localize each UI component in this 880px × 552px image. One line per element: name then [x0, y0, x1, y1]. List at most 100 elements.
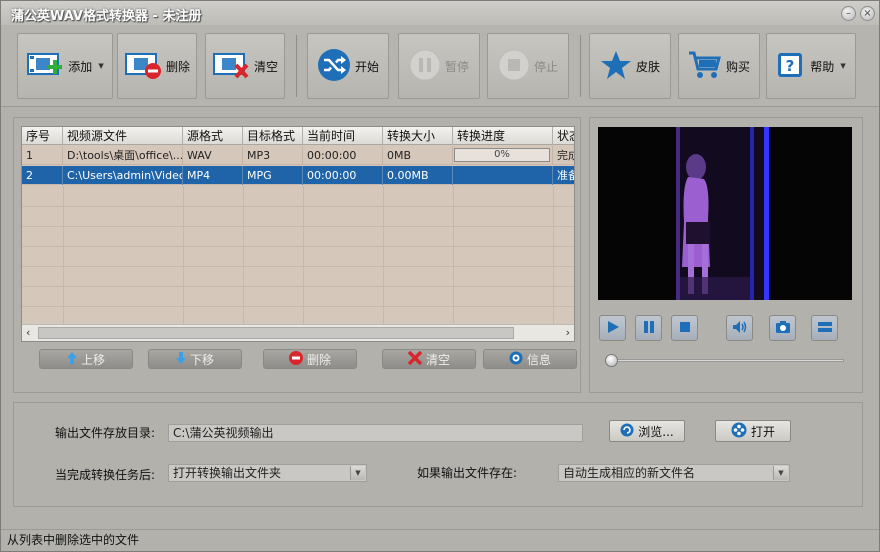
column-header-state[interactable]: 状态	[553, 127, 574, 145]
table-header: 序号 视频源文件 源格式 目标格式 当前时间 转换大小 转换进度 状态	[22, 127, 574, 145]
grid-line	[183, 186, 184, 324]
clear-video-icon	[212, 49, 250, 84]
cell-state: 准备	[557, 169, 574, 182]
info-label: 信息	[526, 352, 551, 367]
output-dir-label: 输出文件存放目录:	[55, 426, 156, 440]
grid-line	[22, 286, 574, 287]
info-button[interactable]: 信息	[483, 349, 577, 369]
list-clear-button[interactable]: 清空	[382, 349, 476, 369]
column-header-dst-format[interactable]: 目标格式	[243, 127, 303, 145]
grid-line	[22, 206, 574, 207]
cell-size: 0.00MB	[383, 166, 453, 185]
column-header-src-format[interactable]: 源格式	[183, 127, 243, 145]
grid-line	[303, 186, 304, 324]
cell-source: D:\tools\桌面\office\...	[63, 146, 183, 165]
minimize-button[interactable]: –	[841, 6, 856, 21]
snapshot-button[interactable]	[769, 315, 796, 341]
cell-dst-format: MP3	[243, 146, 303, 165]
clear-button-label: 清空	[253, 59, 278, 74]
star-icon	[600, 49, 632, 84]
scrollbar-thumb[interactable]	[38, 327, 514, 339]
cell-index: 1	[22, 146, 63, 165]
grid-line	[22, 266, 574, 267]
file-exists-select[interactable]: 自动生成相应的新文件名 ▼	[558, 464, 790, 482]
help-button[interactable]: ? 帮助 ▼	[766, 33, 856, 99]
volume-button[interactable]	[726, 315, 753, 341]
cell-time: 00:00:00	[303, 146, 383, 165]
cell-progress	[453, 166, 553, 185]
horizontal-scrollbar[interactable]: ‹ ›	[22, 324, 574, 341]
grid-line	[22, 246, 574, 247]
clear-button[interactable]: 清空	[205, 33, 285, 99]
app-window: 蒲公英WAV格式转换器 - 未注册 – × 添加 ▼ 删除 清空 开始 暂停 停…	[0, 0, 880, 552]
playback-slider[interactable]	[609, 359, 844, 362]
grid-line	[383, 186, 384, 324]
output-settings-panel	[13, 402, 863, 507]
skin-button-label: 皮肤	[635, 59, 660, 74]
toolbar: 添加 ▼ 删除 清空 开始 暂停 停止 皮肤 购买 ? 帮助 ▼	[1, 25, 879, 107]
move-down-button[interactable]: 下移	[148, 349, 242, 369]
delete-button-label: 删除	[165, 59, 190, 74]
help-button-label: 帮助	[810, 59, 835, 74]
column-header-progress[interactable]: 转换进度	[453, 127, 553, 145]
grid-line	[63, 186, 64, 324]
scroll-right-icon[interactable]: ›	[566, 326, 570, 339]
volume-icon	[732, 320, 748, 337]
table-row[interactable]: 1 D:\tools\桌面\office\... WAV MP3 00:00:0…	[22, 146, 574, 165]
stop-icon	[498, 49, 530, 84]
buy-button[interactable]: 购买	[678, 33, 760, 99]
toolbar-divider	[580, 35, 581, 97]
cell-index: 2	[22, 166, 63, 185]
move-up-button[interactable]: 上移	[39, 349, 133, 369]
scroll-left-icon[interactable]: ‹	[26, 326, 30, 339]
browse-button[interactable]: 浏览...	[609, 420, 685, 442]
open-folder-button[interactable]: 打开	[715, 420, 791, 442]
start-button[interactable]: 开始	[307, 33, 389, 99]
play-button[interactable]	[599, 315, 626, 341]
delete-video-icon	[124, 49, 162, 84]
player-pause-button[interactable]	[635, 315, 662, 341]
open-label: 打开	[750, 424, 775, 439]
add-video-icon	[26, 49, 64, 84]
shopping-cart-icon	[688, 49, 722, 84]
player-stop-button[interactable]	[671, 315, 698, 341]
file-exists-label: 如果输出文件存在:	[417, 466, 518, 480]
toolbar-divider	[296, 35, 297, 97]
stop-button[interactable]: 停止	[487, 33, 569, 99]
skin-button[interactable]: 皮肤	[589, 33, 671, 99]
add-button[interactable]: 添加 ▼	[17, 33, 113, 99]
stop-icon	[679, 321, 691, 336]
column-header-time[interactable]: 当前时间	[303, 127, 383, 145]
cell-dst-format: MPG	[243, 166, 303, 185]
video-frame-image	[598, 127, 852, 300]
list-delete-label: 删除	[306, 352, 331, 367]
cell-state: 完成	[557, 149, 574, 162]
start-button-label: 开始	[354, 59, 379, 74]
column-header-size[interactable]: 转换大小	[383, 127, 453, 145]
table-row-selected[interactable]: 2 C:\Users\admin\Video... MP4 MPG 00:00:…	[22, 166, 574, 185]
status-text: 从列表中删除选中的文件	[7, 533, 140, 547]
grid-line	[22, 226, 574, 227]
browse-icon	[620, 423, 634, 440]
close-button[interactable]: ×	[860, 6, 875, 21]
svg-text:?: ?	[786, 57, 795, 75]
after-finish-select[interactable]: 打开转换输出文件夹 ▼	[168, 464, 367, 482]
arrow-down-icon	[175, 351, 186, 367]
column-header-source[interactable]: 视频源文件	[63, 127, 183, 145]
info-icon	[509, 351, 523, 368]
output-dir-field[interactable]: C:\蒲公英视频输出	[168, 424, 583, 442]
slider-handle[interactable]	[605, 354, 618, 367]
list-delete-button[interactable]: 删除	[263, 349, 357, 369]
film-reel-icon	[731, 422, 747, 441]
delete-button[interactable]: 删除	[117, 33, 197, 99]
help-icon: ?	[776, 49, 806, 84]
pause-icon	[643, 320, 655, 337]
arrow-up-icon	[66, 351, 77, 367]
pause-button[interactable]: 暂停	[398, 33, 480, 99]
fullscreen-button[interactable]	[811, 315, 838, 341]
column-header-index[interactable]: 序号	[22, 127, 63, 145]
chevron-down-icon[interactable]: ▼	[350, 466, 365, 480]
chevron-down-icon[interactable]: ▼	[773, 466, 788, 480]
grid-line	[243, 186, 244, 324]
cell-src-format: WAV	[183, 146, 243, 165]
